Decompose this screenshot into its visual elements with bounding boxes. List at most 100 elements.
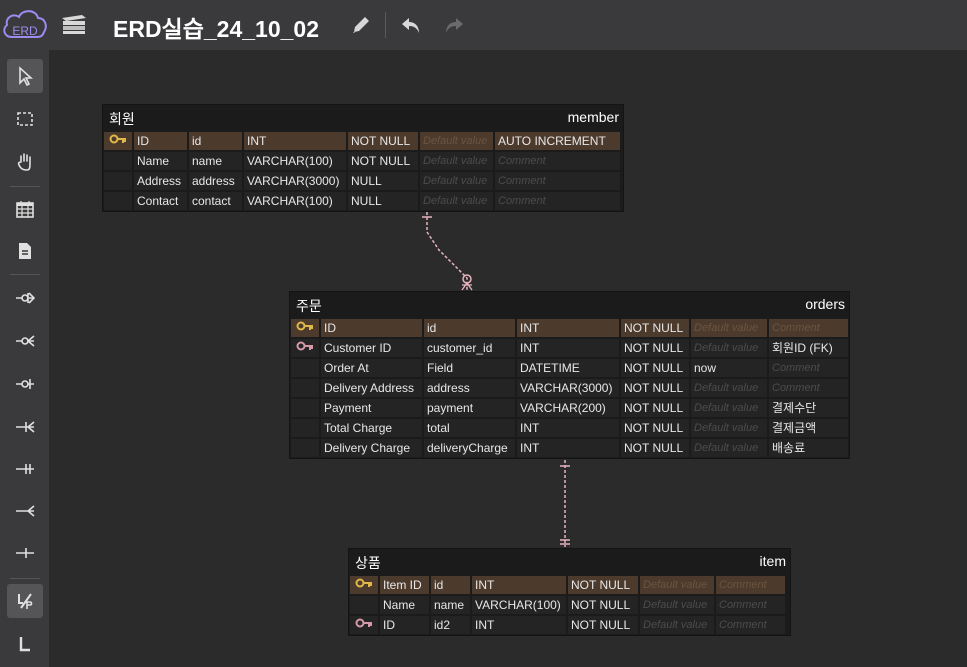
column-type[interactable]: VARCHAR(100) (472, 596, 566, 614)
column-default[interactable]: Default value (691, 339, 767, 357)
undo-icon[interactable] (400, 14, 422, 36)
column-type[interactable]: INT (517, 319, 619, 337)
table-member[interactable]: 회원 member ID id INT NOT NULL Default val… (102, 104, 624, 212)
erd-canvas[interactable]: 회원 member ID id INT NOT NULL Default val… (49, 50, 967, 667)
column-comment[interactable]: Comment (495, 192, 620, 210)
table-row[interactable]: ID id INT NOT NULL Default value AUTO IN… (103, 131, 623, 151)
column-physical[interactable]: payment (424, 399, 515, 417)
column-physical[interactable]: deliveryCharge (424, 439, 515, 457)
column-type[interactable]: INT (517, 419, 619, 437)
column-type[interactable]: INT (472, 616, 566, 634)
table-tool[interactable] (7, 192, 43, 226)
column-comment[interactable]: Comment (769, 319, 848, 337)
logo-cloud-icon[interactable]: ERD (0, 4, 50, 46)
table-row[interactable]: ID id INT NOT NULL Default value Comment (290, 318, 849, 338)
diagram-title[interactable]: ERD실습_24_10_02 (113, 10, 319, 44)
select-tool[interactable] (7, 59, 43, 93)
drag-select-tool[interactable] (7, 102, 43, 136)
column-comment[interactable]: 결제금액 (769, 419, 848, 437)
column-default[interactable]: Default value (691, 379, 767, 397)
table-logical-name[interactable]: 회원 (109, 109, 135, 129)
column-physical[interactable]: id (189, 132, 242, 150)
column-default[interactable]: Default value (420, 132, 493, 150)
zero-one-n-tool[interactable] (7, 281, 43, 315)
table-header[interactable]: 회원 member (103, 105, 623, 131)
column-name[interactable]: Customer ID (321, 339, 422, 357)
table-row[interactable]: Order At Field DATETIME NOT NULL now Com… (290, 358, 849, 378)
column-name[interactable]: Contact (134, 192, 187, 210)
column-comment[interactable]: Comment (769, 359, 848, 377)
column-name[interactable]: Payment (321, 399, 422, 417)
column-comment[interactable]: Comment (769, 379, 848, 397)
table-header[interactable]: 주문 orders (290, 292, 849, 318)
table-row[interactable]: Address address VARCHAR(3000) NULL Defau… (103, 171, 623, 191)
column-comment[interactable]: Comment (716, 576, 785, 594)
column-default[interactable]: now (691, 359, 767, 377)
column-default[interactable]: Default value (691, 419, 767, 437)
column-comment[interactable]: 회원ID (FK) (769, 339, 848, 357)
column-name[interactable]: Item ID (380, 576, 429, 594)
column-name[interactable]: Address (134, 172, 187, 190)
table-row[interactable]: Delivery Charge deliveryCharge INT NOT N… (290, 438, 849, 458)
library-books-icon[interactable] (60, 12, 88, 36)
column-null[interactable]: NOT NULL (621, 439, 689, 457)
column-physical[interactable]: total (424, 419, 515, 437)
table-row[interactable]: Payment payment VARCHAR(200) NOT NULL De… (290, 398, 849, 418)
column-name[interactable]: Order At (321, 359, 422, 377)
column-name[interactable]: Name (134, 152, 187, 170)
column-type[interactable]: VARCHAR(3000) (517, 379, 619, 397)
column-default[interactable]: Default value (640, 616, 714, 634)
table-header[interactable]: 상품 item (349, 549, 790, 575)
column-name[interactable]: Delivery Address (321, 379, 422, 397)
column-type[interactable]: VARCHAR(100) (244, 152, 346, 170)
column-null[interactable]: NOT NULL (621, 419, 689, 437)
table-logical-name[interactable]: 주문 (296, 296, 322, 316)
table-physical-name[interactable]: orders (805, 296, 845, 312)
column-name[interactable]: ID (380, 616, 429, 634)
column-comment[interactable]: Comment (495, 152, 620, 170)
column-default[interactable]: Default value (691, 439, 767, 457)
hand-tool[interactable] (7, 145, 43, 179)
column-null[interactable]: NULL (348, 172, 418, 190)
column-default[interactable]: Default value (640, 596, 714, 614)
column-physical[interactable]: customer_id (424, 339, 515, 357)
column-physical[interactable]: id2 (431, 616, 470, 634)
column-default[interactable]: Default value (420, 172, 493, 190)
one-n-tool[interactable] (7, 410, 43, 444)
table-item[interactable]: 상품 item Item ID id INT NOT NULL Default … (348, 548, 791, 636)
column-physical[interactable]: Field (424, 359, 515, 377)
column-default[interactable]: Default value (420, 192, 493, 210)
column-name[interactable]: ID (321, 319, 422, 337)
memo-tool[interactable] (7, 234, 43, 268)
table-row[interactable]: Item ID id INT NOT NULL Default value Co… (349, 575, 790, 595)
zero-n-tool[interactable] (7, 324, 43, 358)
redo-icon[interactable] (443, 14, 465, 36)
column-comment[interactable]: 배송료 (769, 439, 848, 457)
table-row[interactable]: Total Charge total INT NOT NULL Default … (290, 418, 849, 438)
table-row[interactable]: Name name VARCHAR(100) NOT NULL Default … (103, 151, 623, 171)
column-physical[interactable]: contact (189, 192, 242, 210)
table-physical-name[interactable]: member (568, 109, 619, 125)
column-null[interactable]: NOT NULL (621, 339, 689, 357)
column-null[interactable]: NULL (348, 192, 418, 210)
column-null[interactable]: NOT NULL (621, 399, 689, 417)
column-physical[interactable]: address (189, 172, 242, 190)
column-comment[interactable]: Comment (716, 596, 785, 614)
column-comment[interactable]: AUTO INCREMENT (495, 132, 620, 150)
column-null[interactable]: NOT NULL (348, 152, 418, 170)
column-type[interactable]: INT (472, 576, 566, 594)
table-orders[interactable]: 주문 orders ID id INT NOT NULL Default val… (289, 291, 850, 459)
column-name[interactable]: Delivery Charge (321, 439, 422, 457)
table-physical-name[interactable]: item (760, 553, 786, 569)
zero-one-tool[interactable] (7, 367, 43, 401)
column-type[interactable]: VARCHAR(3000) (244, 172, 346, 190)
column-null[interactable]: NOT NULL (348, 132, 418, 150)
column-name[interactable]: Total Charge (321, 419, 422, 437)
column-comment[interactable]: Comment (716, 616, 785, 634)
column-type[interactable]: INT (244, 132, 346, 150)
column-type[interactable]: INT (517, 339, 619, 357)
column-null[interactable]: NOT NULL (568, 616, 638, 634)
identification-tool[interactable] (7, 584, 43, 618)
relation-member-orders[interactable] (422, 212, 473, 291)
column-name[interactable]: Name (380, 596, 429, 614)
